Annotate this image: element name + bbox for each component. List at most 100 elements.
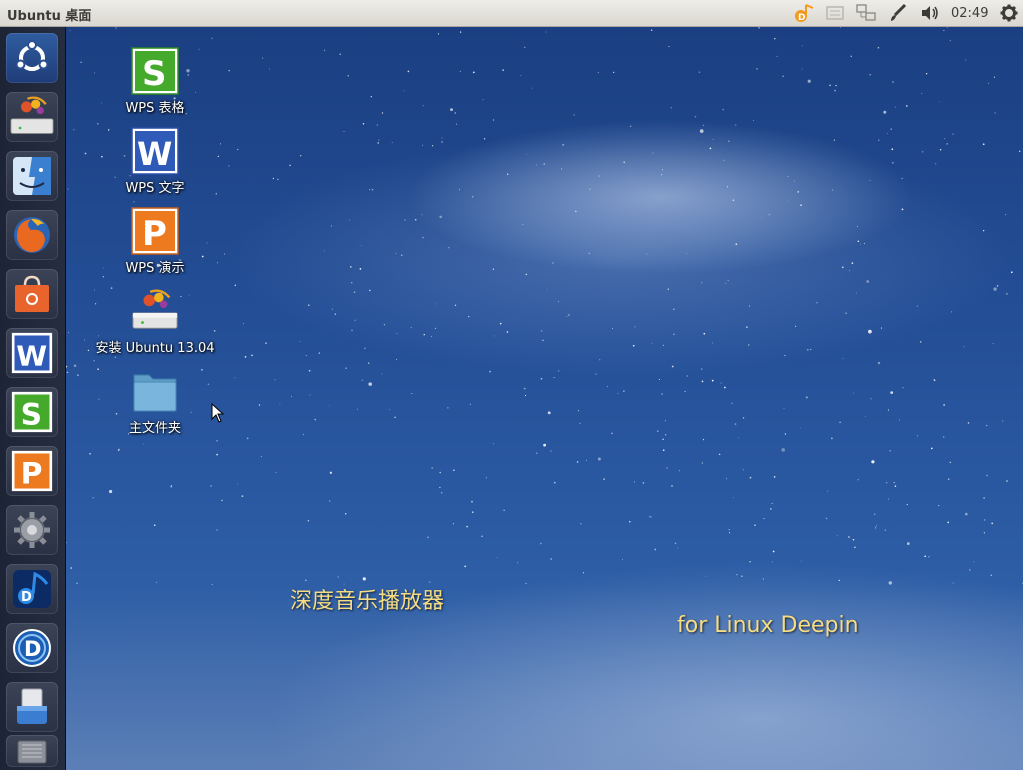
launcher-item-install-ubuntu[interactable] xyxy=(6,92,58,142)
star xyxy=(450,108,453,112)
svg-text:D: D xyxy=(798,13,805,23)
star xyxy=(801,45,803,47)
star xyxy=(842,357,844,359)
star xyxy=(782,75,784,77)
star xyxy=(109,489,113,494)
star xyxy=(241,495,244,498)
star xyxy=(888,581,893,585)
star xyxy=(234,284,237,287)
star xyxy=(784,433,787,435)
launcher-item-wps-writer[interactable]: W xyxy=(6,328,58,378)
usb-drive-icon xyxy=(17,688,47,724)
star xyxy=(667,288,670,290)
launcher-item-wps-presentation[interactable]: P xyxy=(6,446,58,496)
star xyxy=(661,393,663,395)
star xyxy=(573,114,575,116)
network-icon[interactable] xyxy=(854,3,878,23)
star xyxy=(331,308,333,310)
star xyxy=(330,225,333,227)
star xyxy=(318,352,321,354)
launcher-item-software-center[interactable] xyxy=(6,269,58,319)
star xyxy=(794,325,797,327)
star xyxy=(622,559,624,561)
launcher-item-removable-drive[interactable] xyxy=(6,682,58,732)
star xyxy=(579,422,581,424)
star xyxy=(701,380,704,383)
star xyxy=(244,356,247,358)
star xyxy=(686,375,688,377)
star xyxy=(776,55,778,58)
star xyxy=(946,143,948,145)
star xyxy=(829,84,831,87)
star xyxy=(391,142,393,143)
star xyxy=(866,280,870,283)
launcher-item-trash[interactable] xyxy=(6,735,58,767)
launcher-item-ubuntu-dash[interactable] xyxy=(6,33,58,83)
star xyxy=(216,440,218,442)
star xyxy=(737,437,739,439)
launcher-item-wps-spreadsheets[interactable]: S xyxy=(6,387,58,437)
star xyxy=(634,326,636,328)
star xyxy=(756,68,758,70)
star xyxy=(223,253,225,255)
star xyxy=(800,560,802,562)
star xyxy=(582,572,585,574)
desktop-icon-wps-presentation[interactable]: P WPS 演示 xyxy=(90,207,220,276)
star xyxy=(712,139,714,140)
desktop-icon-wps-spreadsheets[interactable]: S WPS 表格 xyxy=(90,47,220,116)
star xyxy=(305,355,307,357)
star xyxy=(302,433,305,436)
star xyxy=(825,517,828,520)
star xyxy=(742,417,745,419)
clock[interactable]: 02:49 xyxy=(951,6,988,21)
launcher-item-system-settings[interactable] xyxy=(6,505,58,555)
desktop-icon-label: 主文件夹 xyxy=(128,421,181,436)
star xyxy=(742,469,744,471)
desktop-icon-install-ubuntu[interactable]: 安装 Ubuntu 13.04 xyxy=(90,287,220,356)
star xyxy=(279,403,281,405)
keyboard-icon[interactable] xyxy=(823,3,847,23)
star xyxy=(646,253,648,255)
star xyxy=(869,180,871,181)
star xyxy=(709,147,712,150)
star xyxy=(441,141,443,143)
star xyxy=(540,377,543,380)
brush-icon[interactable] xyxy=(887,3,909,23)
launcher-item-firefox[interactable] xyxy=(6,210,58,260)
star xyxy=(831,437,833,440)
star xyxy=(580,523,582,525)
star xyxy=(946,27,948,29)
star xyxy=(838,579,840,582)
launcher-item-deepin-music[interactable]: D xyxy=(6,564,58,614)
star xyxy=(337,576,339,578)
star xyxy=(793,180,795,182)
star xyxy=(848,536,850,538)
volume-icon[interactable] xyxy=(919,3,941,23)
star xyxy=(454,112,457,114)
wps-s-icon: S xyxy=(131,47,179,95)
star xyxy=(67,188,69,190)
star xyxy=(468,315,470,318)
launcher-item-files[interactable] xyxy=(6,151,58,201)
star xyxy=(661,174,663,176)
desktop-icon-wps-writer[interactable]: W WPS 文字 xyxy=(90,127,220,196)
star xyxy=(916,435,919,437)
star xyxy=(427,536,429,539)
deepin-music-tray-icon[interactable]: D xyxy=(792,3,816,23)
star xyxy=(805,396,808,399)
gear-icon[interactable] xyxy=(998,3,1020,23)
star xyxy=(489,370,491,373)
svg-text:S: S xyxy=(142,54,167,94)
star xyxy=(985,424,988,427)
star xyxy=(339,53,341,56)
star xyxy=(712,342,714,344)
star xyxy=(921,150,924,153)
launcher-item-deepin-software[interactable]: D xyxy=(6,623,58,673)
star xyxy=(686,253,688,254)
star xyxy=(658,378,660,381)
star xyxy=(949,39,951,42)
mouse-cursor xyxy=(211,403,225,423)
star xyxy=(731,402,733,405)
desktop-icon-home-folder[interactable]: 主文件夹 xyxy=(90,367,220,436)
star xyxy=(810,348,812,350)
